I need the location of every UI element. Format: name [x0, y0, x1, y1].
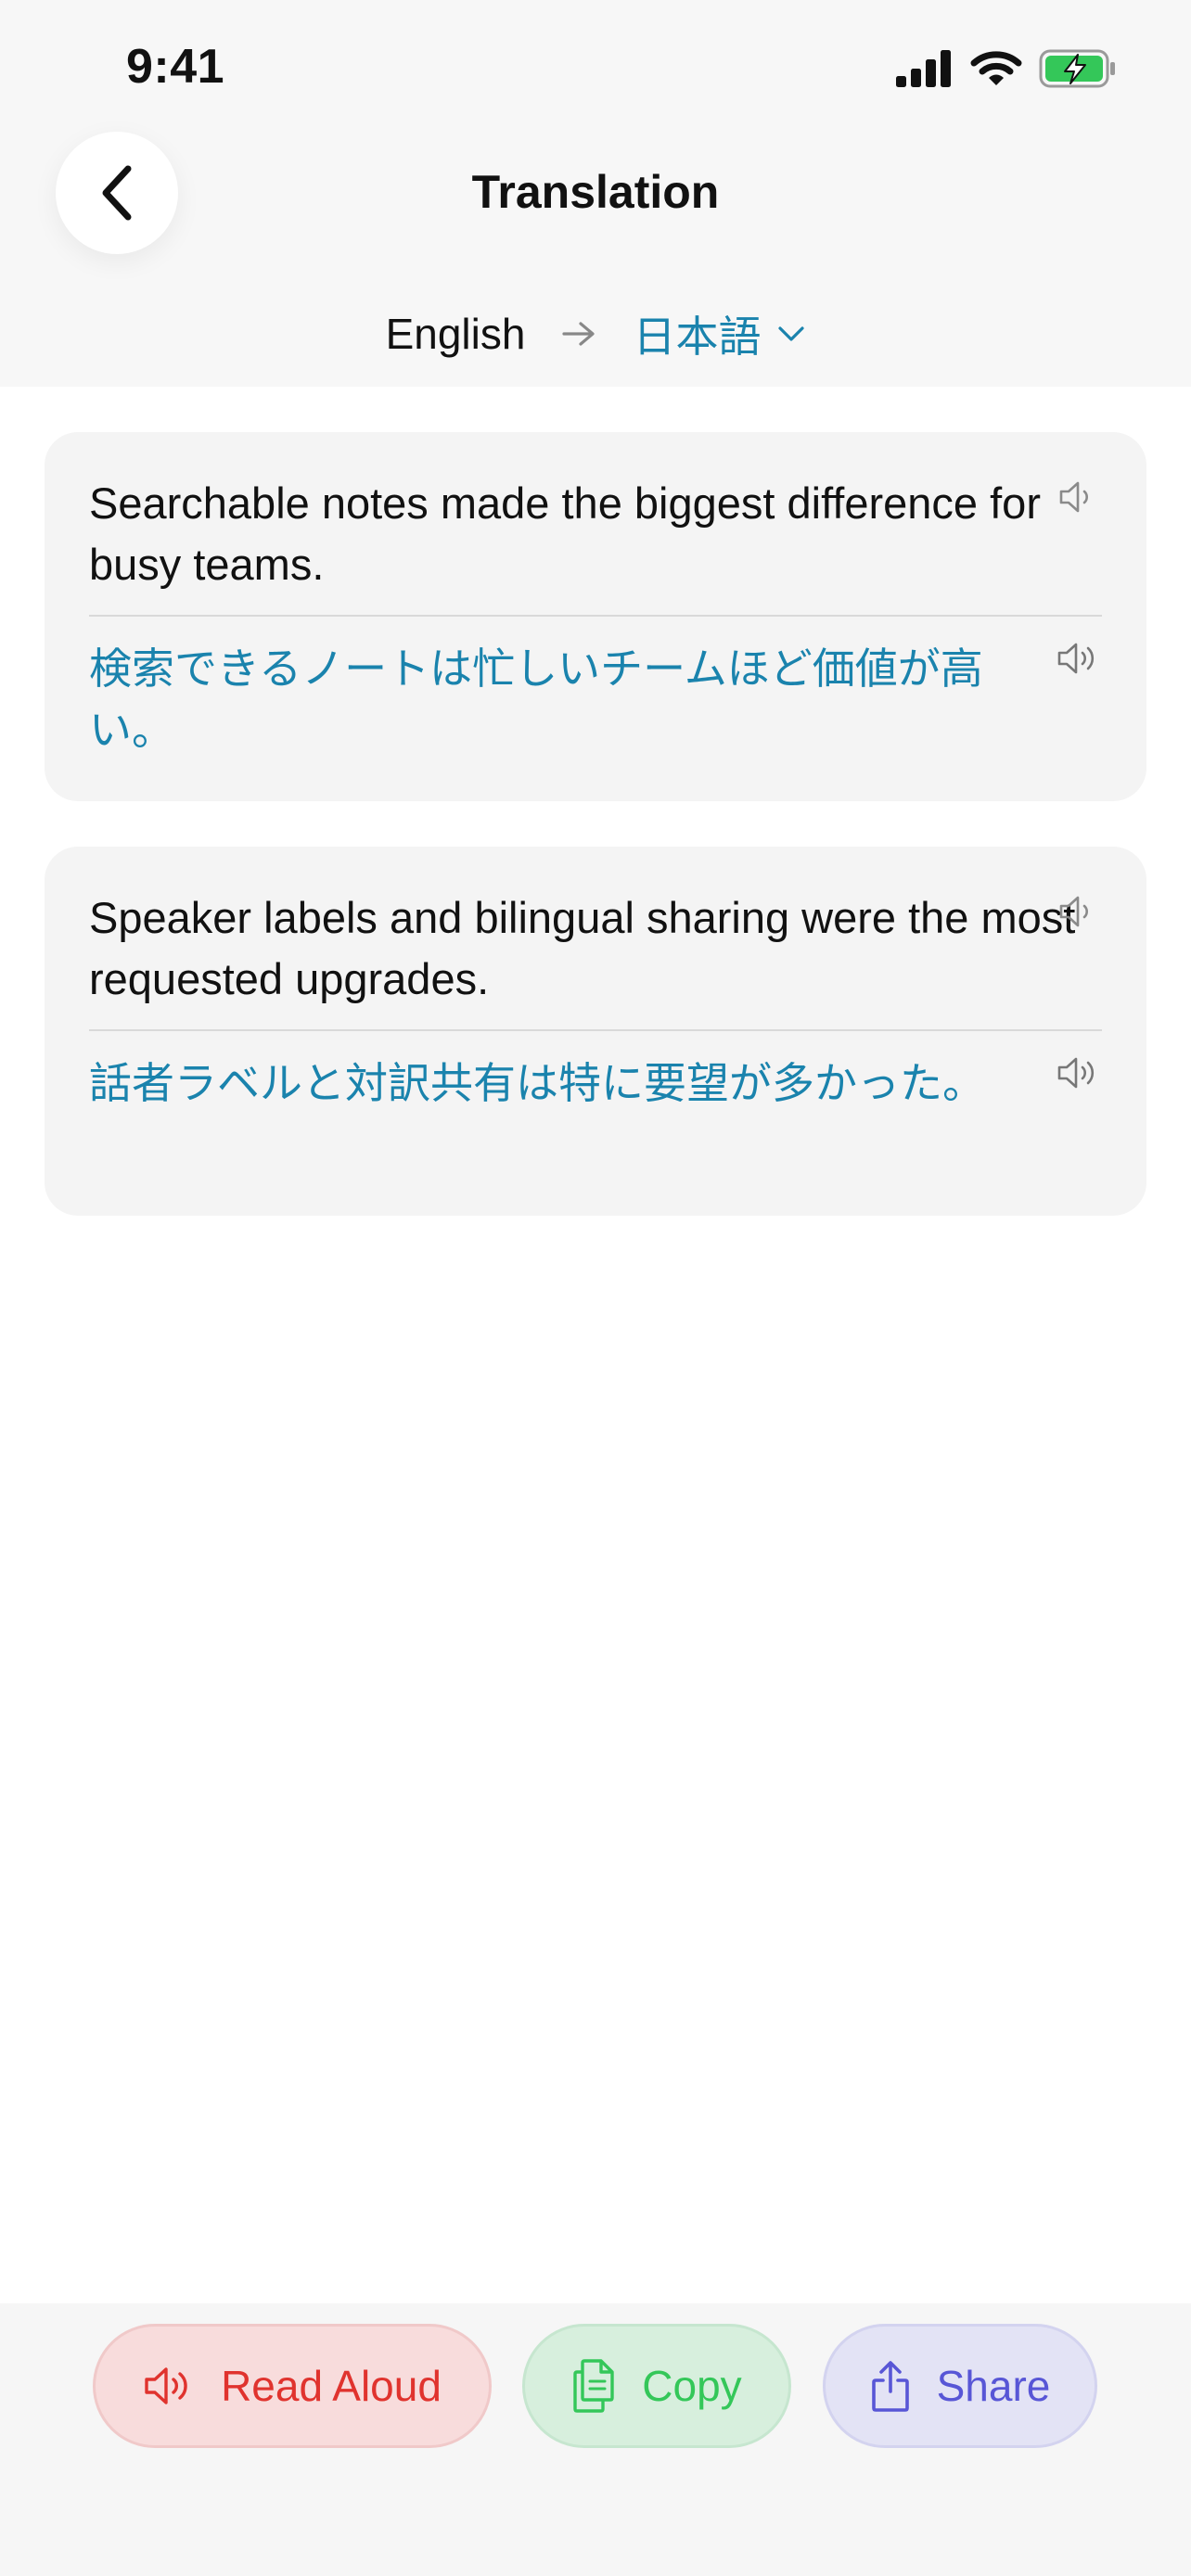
copy-label: Copy [642, 2362, 742, 2410]
header-area: 9:41 Translation English 日本語 [0, 0, 1191, 387]
chevron-down-icon [778, 326, 805, 341]
translation-card: Speaker labels and bilingual sharing wer… [45, 847, 1146, 1216]
target-language: 日本語 [633, 312, 762, 361]
speaker-wave-icon [145, 2367, 187, 2404]
page-title: Translation [471, 166, 720, 218]
source-text: Speaker labels and bilingual sharing wer… [89, 893, 1076, 1003]
divider [89, 615, 1102, 617]
status-bar: 9:41 [0, 0, 1191, 130]
speaker-wave-icon[interactable] [1056, 1054, 1100, 1091]
translated-text: 検索できるノートは忙しいチームほど価値が高い。 [89, 644, 983, 755]
status-time: 9:41 [126, 40, 225, 94]
arrow-right-icon [562, 321, 596, 347]
action-bar: Read Aloud Copy Share [0, 2303, 1191, 2576]
wifi-icon [970, 51, 1022, 85]
read-aloud-button[interactable]: Read Aloud [93, 2324, 492, 2448]
copy-button[interactable]: Copy [522, 2324, 791, 2448]
speaker-wave-icon[interactable] [1056, 640, 1100, 677]
battery-charging-icon [1039, 49, 1115, 88]
cellular-signal-icon [896, 50, 951, 87]
share-button[interactable]: Share [823, 2324, 1097, 2448]
read-aloud-label: Read Aloud [221, 2362, 442, 2410]
share-icon [871, 2361, 909, 2412]
status-icons [896, 48, 1117, 89]
source-language[interactable]: English [386, 309, 526, 359]
copy-icon [573, 2359, 614, 2413]
translated-text: 話者ラベルと対訳共有は特に要望が多かった。 [89, 1058, 985, 1108]
translation-card: Searchable notes made the biggest differ… [45, 432, 1146, 801]
divider [89, 1029, 1102, 1031]
speaker-icon[interactable] [1056, 478, 1100, 516]
speaker-icon[interactable] [1056, 893, 1100, 930]
share-label: Share [936, 2362, 1051, 2410]
language-selector: English 日本語 [0, 304, 1191, 363]
source-text: Searchable notes made the biggest differ… [89, 478, 1041, 589]
target-language-dropdown[interactable]: 日本語 [633, 303, 805, 364]
